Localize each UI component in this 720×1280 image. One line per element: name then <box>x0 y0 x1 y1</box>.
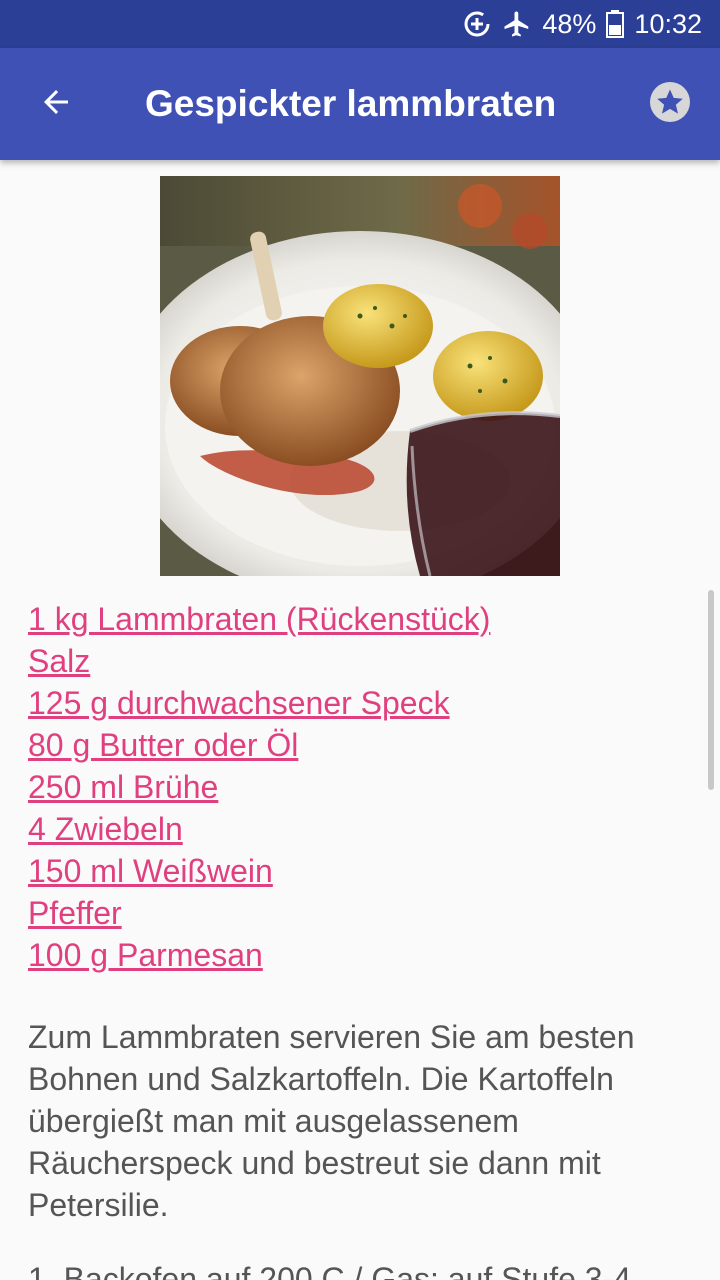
ingredient-link[interactable]: 250 ml Brühe <box>28 769 218 805</box>
ingredient-link[interactable]: 1 kg Lammbraten (Rückenstück) <box>28 601 490 637</box>
list-item: 100 g Parmesan <box>28 934 490 976</box>
battery-icon <box>606 10 625 38</box>
clock: 10:32 <box>634 8 702 39</box>
list-item: 150 ml Weißwein <box>28 850 490 892</box>
list-item: Pfeffer <box>28 892 490 934</box>
ingredient-list: 1 kg Lammbraten (Rückenstück) Salz 125 g… <box>28 598 490 976</box>
ingredient-link[interactable]: 150 ml Weißwein <box>28 853 273 889</box>
list-item: 1 kg Lammbraten (Rückenstück) <box>28 598 490 640</box>
app-bar: Gespickter lammbraten <box>0 48 720 160</box>
recipe-content[interactable]: 1 kg Lammbraten (Rückenstück) Salz 125 g… <box>0 160 720 1280</box>
list-item: 125 g durchwachsener Speck <box>28 682 490 724</box>
list-item: 80 g Butter oder Öl <box>28 724 490 766</box>
ingredient-link[interactable]: 125 g durchwachsener Speck <box>28 685 450 721</box>
airplane-mode-icon <box>502 9 532 39</box>
battery-percent: 48% <box>542 8 597 39</box>
back-button[interactable] <box>22 70 90 138</box>
recipe-description: Zum Lammbraten servieren Sie am besten B… <box>28 1019 635 1223</box>
recipe-image <box>160 176 560 576</box>
data-saver-icon <box>462 9 492 39</box>
list-item: 4 Zwiebeln <box>28 808 490 850</box>
page-title: Gespickter lammbraten <box>145 83 557 124</box>
list-item: Salz <box>28 640 490 682</box>
scrollbar[interactable] <box>708 590 714 790</box>
list-item: 250 ml Brühe <box>28 766 490 808</box>
arrow-back-icon <box>38 84 74 125</box>
ingredient-link[interactable]: 4 Zwiebeln <box>28 811 183 847</box>
ingredient-link[interactable]: 80 g Butter oder Öl <box>28 727 298 763</box>
ingredient-link[interactable]: 100 g Parmesan <box>28 937 263 973</box>
ingredient-link[interactable]: Salz <box>28 643 90 679</box>
ingredient-link[interactable]: Pfeffer <box>28 895 122 931</box>
star-icon <box>649 81 691 128</box>
recipe-step: 1. Backofen auf 200 C / Gas: auf Stufe 3… <box>28 1261 632 1280</box>
favorite-button[interactable] <box>644 78 696 130</box>
status-bar: 48% 10:32 <box>0 0 720 48</box>
